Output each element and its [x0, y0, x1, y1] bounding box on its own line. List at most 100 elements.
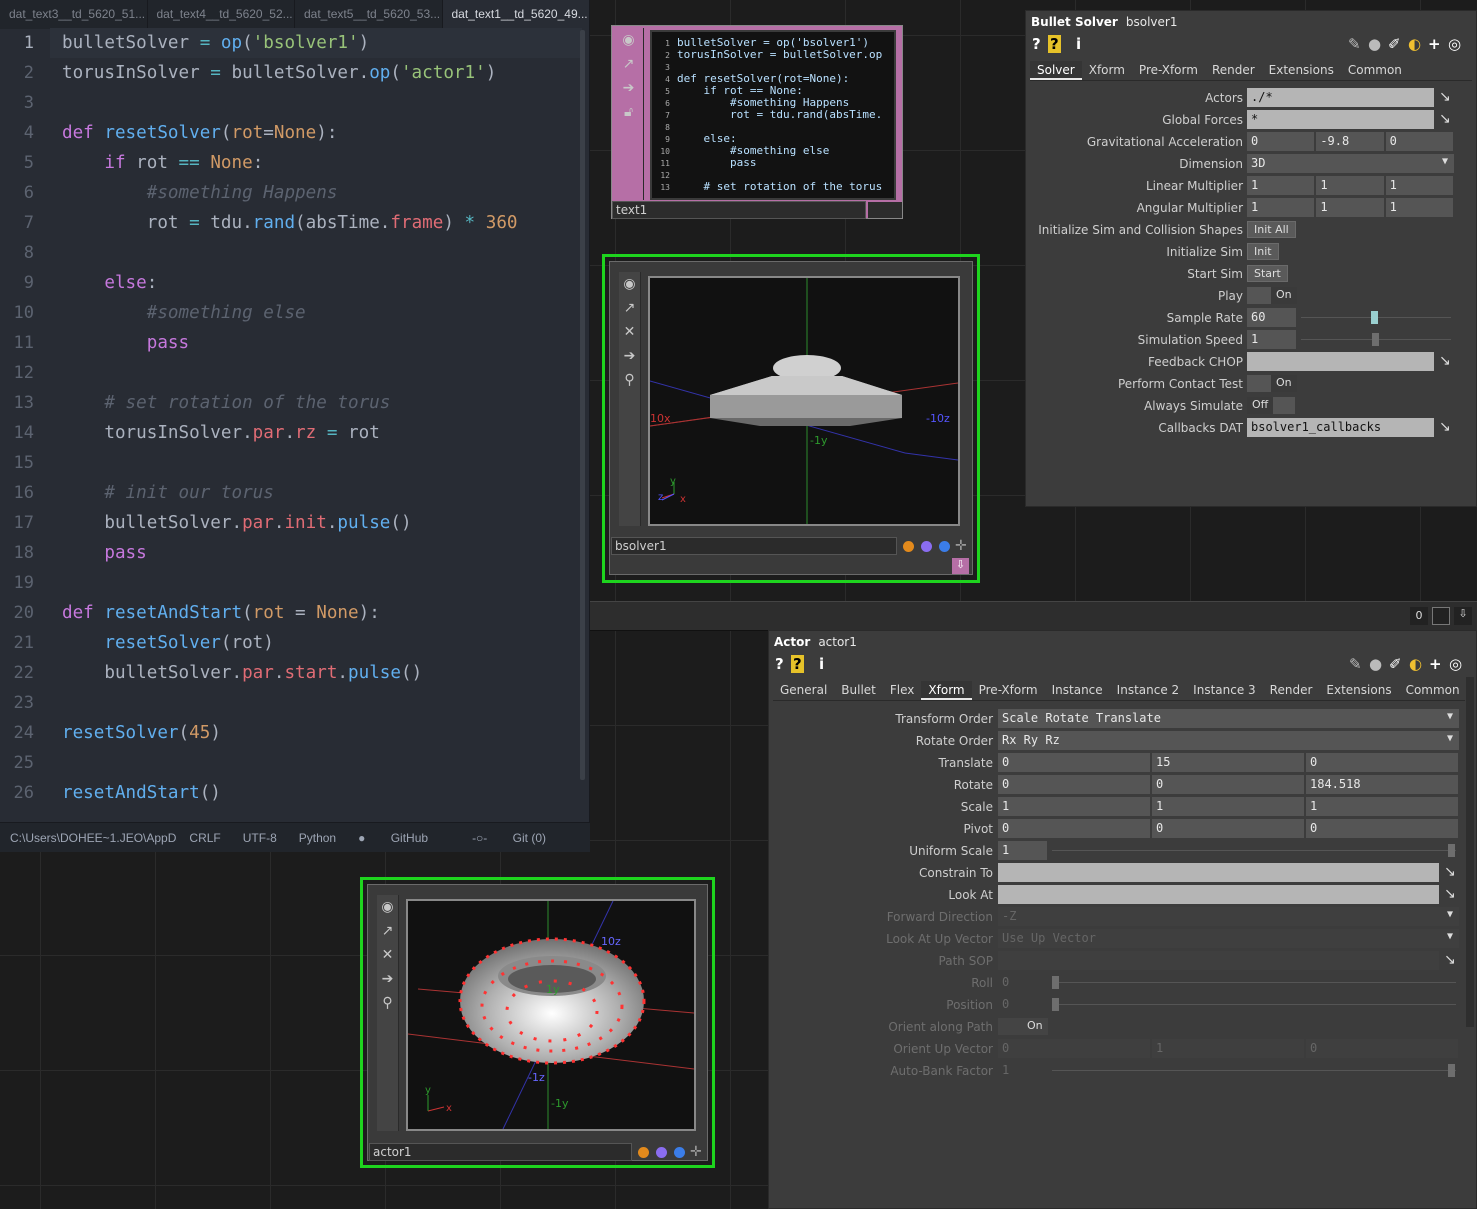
text1-viewer[interactable]: 1 2 3 4 5 6 7 8 9 10 11 12 13 bulletSolver = op('bso… [650, 30, 896, 200]
code-line[interactable]: torusInSolver = bulletSolver.op('actor1'… [62, 58, 518, 88]
pane-menu-icon[interactable]: ⇩ [1454, 607, 1472, 625]
param-field[interactable]: 1 [1316, 176, 1385, 195]
param-field[interactable]: Scale Rotate Translate ▼ [998, 709, 1460, 728]
viewer-icon[interactable]: ◉ [377, 895, 398, 919]
tab-pre-xform[interactable]: Pre-Xform [1132, 61, 1205, 80]
lock-icon[interactable]: ⚲ [619, 368, 640, 392]
toggle-always-simulate[interactable]: Off [1247, 397, 1274, 414]
slider-track[interactable] [1052, 1070, 1456, 1071]
maximize-icon[interactable] [1432, 607, 1450, 625]
param-field[interactable]: 60 [1247, 308, 1297, 327]
tab-extensions[interactable]: Extensions [1262, 61, 1341, 80]
lock-icon[interactable]: ⚲ [377, 991, 398, 1015]
toggle-play[interactable]: On [1271, 287, 1297, 304]
slider-track[interactable] [1052, 850, 1456, 851]
github-button[interactable]: ● GitHub [358, 831, 450, 845]
code-line[interactable]: bulletSolver.par.init.pulse() [62, 508, 518, 538]
param-field[interactable]: 0 [998, 775, 1151, 794]
param-field[interactable]: 0 [1152, 775, 1305, 794]
bsolver1-node[interactable]: ◉ ↗ ✕ ➔ ⚲ 10x -10z -1y x y z bsolver1 ✛ … [609, 261, 973, 575]
link-arrow-icon[interactable]: ↘ [1444, 864, 1456, 880]
param-field[interactable]: 1 [1247, 176, 1316, 195]
init-all-button[interactable]: Init All [1247, 221, 1296, 238]
pane-id-button[interactable]: 0 [1410, 607, 1428, 625]
chevron-down-icon[interactable]: ▼ [1442, 156, 1448, 167]
pencil-icon[interactable]: ✎ [1349, 655, 1362, 673]
plus-icon[interactable]: + [1428, 35, 1441, 53]
node-name[interactable]: actor1 [369, 1143, 632, 1161]
param-field[interactable]: -9.8 [1316, 132, 1385, 151]
param-field[interactable]: * [1247, 110, 1435, 129]
help-icon[interactable]: ? [791, 655, 804, 673]
help-icon[interactable]: ? [1032, 35, 1041, 53]
tab-xform[interactable]: Xform [921, 681, 972, 700]
tab-bullet[interactable]: Bullet [834, 681, 883, 700]
tab-flex[interactable]: Flex [883, 681, 922, 700]
python-icon[interactable]: ◐ [1408, 35, 1421, 53]
chart-icon[interactable]: ↗ [377, 919, 398, 943]
tab-text5[interactable]: dat_text5__td_5620_53... [295, 0, 443, 29]
link-arrow-icon[interactable]: ↘ [1444, 886, 1456, 902]
param-field[interactable]: 0 [1306, 819, 1459, 838]
param-field[interactable] [998, 863, 1440, 882]
actor1-node[interactable]: ◉ ↗ ✕ ➔ ⚲ 10z -1y -1z 1y x y actor1 ✛ [367, 884, 708, 1161]
chart-icon[interactable]: ↗ [614, 52, 643, 76]
code-line[interactable] [62, 88, 518, 118]
code-line[interactable]: pass [62, 328, 518, 358]
tab-text3[interactable]: dat_text3__td_5620_51... [0, 0, 148, 29]
parent-node-icon[interactable]: ⇩ [952, 558, 969, 574]
chevron-down-icon[interactable]: ▼ [1447, 909, 1453, 920]
code-line[interactable] [62, 358, 518, 388]
code-line[interactable]: #something Happens [62, 178, 518, 208]
code-line[interactable] [62, 688, 518, 718]
code-line[interactable]: bulletSolver.par.start.pulse() [62, 658, 518, 688]
tab-instance-2[interactable]: Instance 2 [1110, 681, 1187, 700]
encoding-indicator[interactable]: UTF-8 [243, 831, 277, 845]
link-arrow-icon[interactable]: ↘ [1444, 952, 1456, 968]
operator-name[interactable]: bsolver1 [1126, 15, 1178, 29]
node-flags[interactable] [868, 202, 902, 218]
python-icon[interactable]: ◐ [1409, 655, 1422, 673]
tab-instance[interactable]: Instance [1045, 681, 1110, 700]
arrow-right-icon[interactable]: ➔ [619, 344, 640, 368]
flag-dot-purple[interactable] [656, 1147, 667, 1158]
code-line[interactable]: resetAndStart() [62, 778, 518, 808]
code-line[interactable] [62, 568, 518, 598]
param-field[interactable]: 1 [1385, 176, 1454, 195]
param-field[interactable]: 1 [1316, 198, 1385, 217]
viewer-icon[interactable]: ◉ [614, 28, 643, 52]
code-line[interactable] [62, 448, 518, 478]
chevron-down-icon[interactable]: ▼ [1447, 711, 1453, 722]
code-line[interactable]: #something else [62, 298, 518, 328]
tab-common[interactable]: Common [1399, 681, 1467, 700]
chevron-down-icon[interactable]: ▼ [1447, 931, 1453, 942]
tab-instance-3[interactable]: Instance 3 [1186, 681, 1263, 700]
tab-text1[interactable]: dat_text1__td_5620_49... [442, 0, 590, 29]
tab-render[interactable]: Render [1263, 681, 1320, 700]
info-icon[interactable]: i [1076, 35, 1081, 53]
param-field[interactable]: 1 [998, 841, 1048, 860]
param-field[interactable] [1247, 352, 1435, 371]
tab-text4[interactable]: dat_text4__td_5620_52... [148, 0, 295, 29]
slider-knob[interactable] [1448, 1064, 1455, 1077]
node-name[interactable]: text1 [612, 201, 866, 219]
tab-pre-xform[interactable]: Pre-Xform [972, 681, 1045, 700]
param-field[interactable]: 1 [1152, 797, 1305, 816]
chevron-down-icon[interactable]: ▼ [1447, 733, 1453, 744]
flag-dot-blue[interactable] [939, 541, 950, 552]
param-field[interactable]: 15 [1152, 753, 1305, 772]
node-name[interactable]: bsolver1 [611, 537, 897, 555]
eol-indicator[interactable]: CRLF [189, 831, 220, 845]
tab-general[interactable]: General [773, 681, 834, 700]
param-field[interactable] [998, 885, 1440, 904]
slider-knob[interactable] [1052, 976, 1059, 989]
tab-xform[interactable]: Xform [1082, 61, 1132, 80]
flag-dot-blue[interactable] [674, 1147, 685, 1158]
code-area[interactable]: bulletSolver = op('bsolver1') torusInSolv… [62, 28, 518, 808]
target-icon[interactable]: ◎ [1448, 35, 1461, 53]
code-line[interactable]: resetSolver(45) [62, 718, 518, 748]
close-icon[interactable]: ✕ [377, 943, 398, 967]
close-icon[interactable]: ✕ [619, 320, 640, 344]
slider-knob[interactable] [1372, 333, 1379, 346]
language-indicator[interactable]: Python [299, 831, 336, 845]
